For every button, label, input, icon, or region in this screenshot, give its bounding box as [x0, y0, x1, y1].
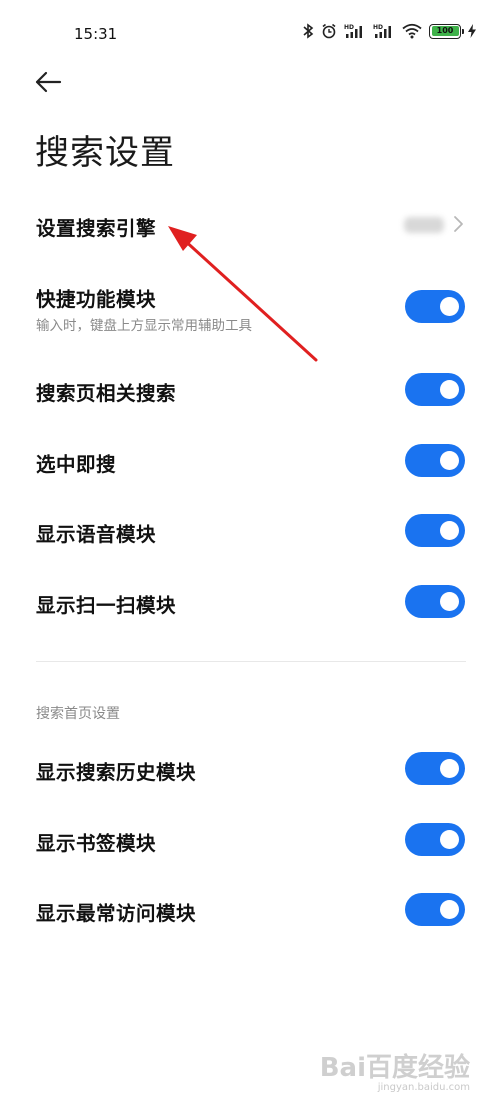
svg-text:HD: HD [344, 24, 354, 31]
toggle-knob [440, 521, 459, 540]
toggle-knob [440, 900, 459, 919]
quick-function-toggle[interactable] [405, 290, 465, 323]
bookmark-module-label: 显示书签模块 [36, 832, 157, 855]
toggle-knob [440, 759, 459, 778]
wifi-icon [402, 23, 422, 39]
toggle-knob [440, 380, 459, 399]
frequent-module-toggle[interactable] [405, 893, 465, 926]
select-search-toggle[interactable] [405, 444, 465, 477]
status-bar: 15:31 HD HD 100 [0, 0, 500, 70]
toggle-knob [440, 830, 459, 849]
battery-level: 100 [431, 26, 459, 36]
scan-module-toggle[interactable] [405, 585, 465, 618]
bluetooth-icon [302, 23, 314, 39]
charging-icon [468, 24, 476, 38]
status-time: 15:31 [74, 25, 118, 43]
watermark-brand: Bai百度经验 [319, 1053, 470, 1083]
chevron-right-icon [451, 213, 467, 235]
history-module-toggle[interactable] [405, 752, 465, 785]
alarm-icon [321, 23, 337, 39]
page-title: 搜索设置 [35, 133, 175, 173]
back-button[interactable] [30, 66, 66, 102]
bookmark-module-toggle[interactable] [405, 823, 465, 856]
scan-module-label: 显示扫一扫模块 [36, 594, 177, 617]
watermark-url: jingyan.baidu.com [377, 1082, 470, 1093]
quick-function-label: 快捷功能模块 [36, 288, 157, 311]
search-engine-label: 设置搜索引擎 [36, 217, 157, 240]
search-engine-value-blurred [404, 217, 444, 233]
battery-icon: 100 [429, 23, 464, 39]
homepage-section-header: 搜索首页设置 [36, 706, 120, 722]
related-search-toggle[interactable] [405, 373, 465, 406]
watermark: Bai百度经验 jingyan.baidu.com [320, 1054, 470, 1093]
quick-function-subtitle: 输入时，键盘上方显示常用辅助工具 [36, 318, 252, 334]
svg-text:HD: HD [373, 24, 383, 31]
hd-signal-icon: HD [373, 23, 395, 39]
toggle-knob [440, 297, 459, 316]
select-search-label: 选中即搜 [36, 453, 117, 476]
voice-module-label: 显示语音模块 [36, 523, 157, 546]
history-module-label: 显示搜索历史模块 [36, 761, 197, 784]
frequent-module-label: 显示最常访问模块 [36, 902, 197, 925]
voice-module-toggle[interactable] [405, 514, 465, 547]
status-icons: HD HD 100 [302, 23, 476, 39]
arrow-left-icon [34, 71, 62, 97]
toggle-knob [440, 592, 459, 611]
section-divider [36, 661, 466, 662]
toggle-knob [440, 451, 459, 470]
related-search-label: 搜索页相关搜索 [36, 382, 177, 405]
hd-signal-icon: HD [344, 23, 366, 39]
